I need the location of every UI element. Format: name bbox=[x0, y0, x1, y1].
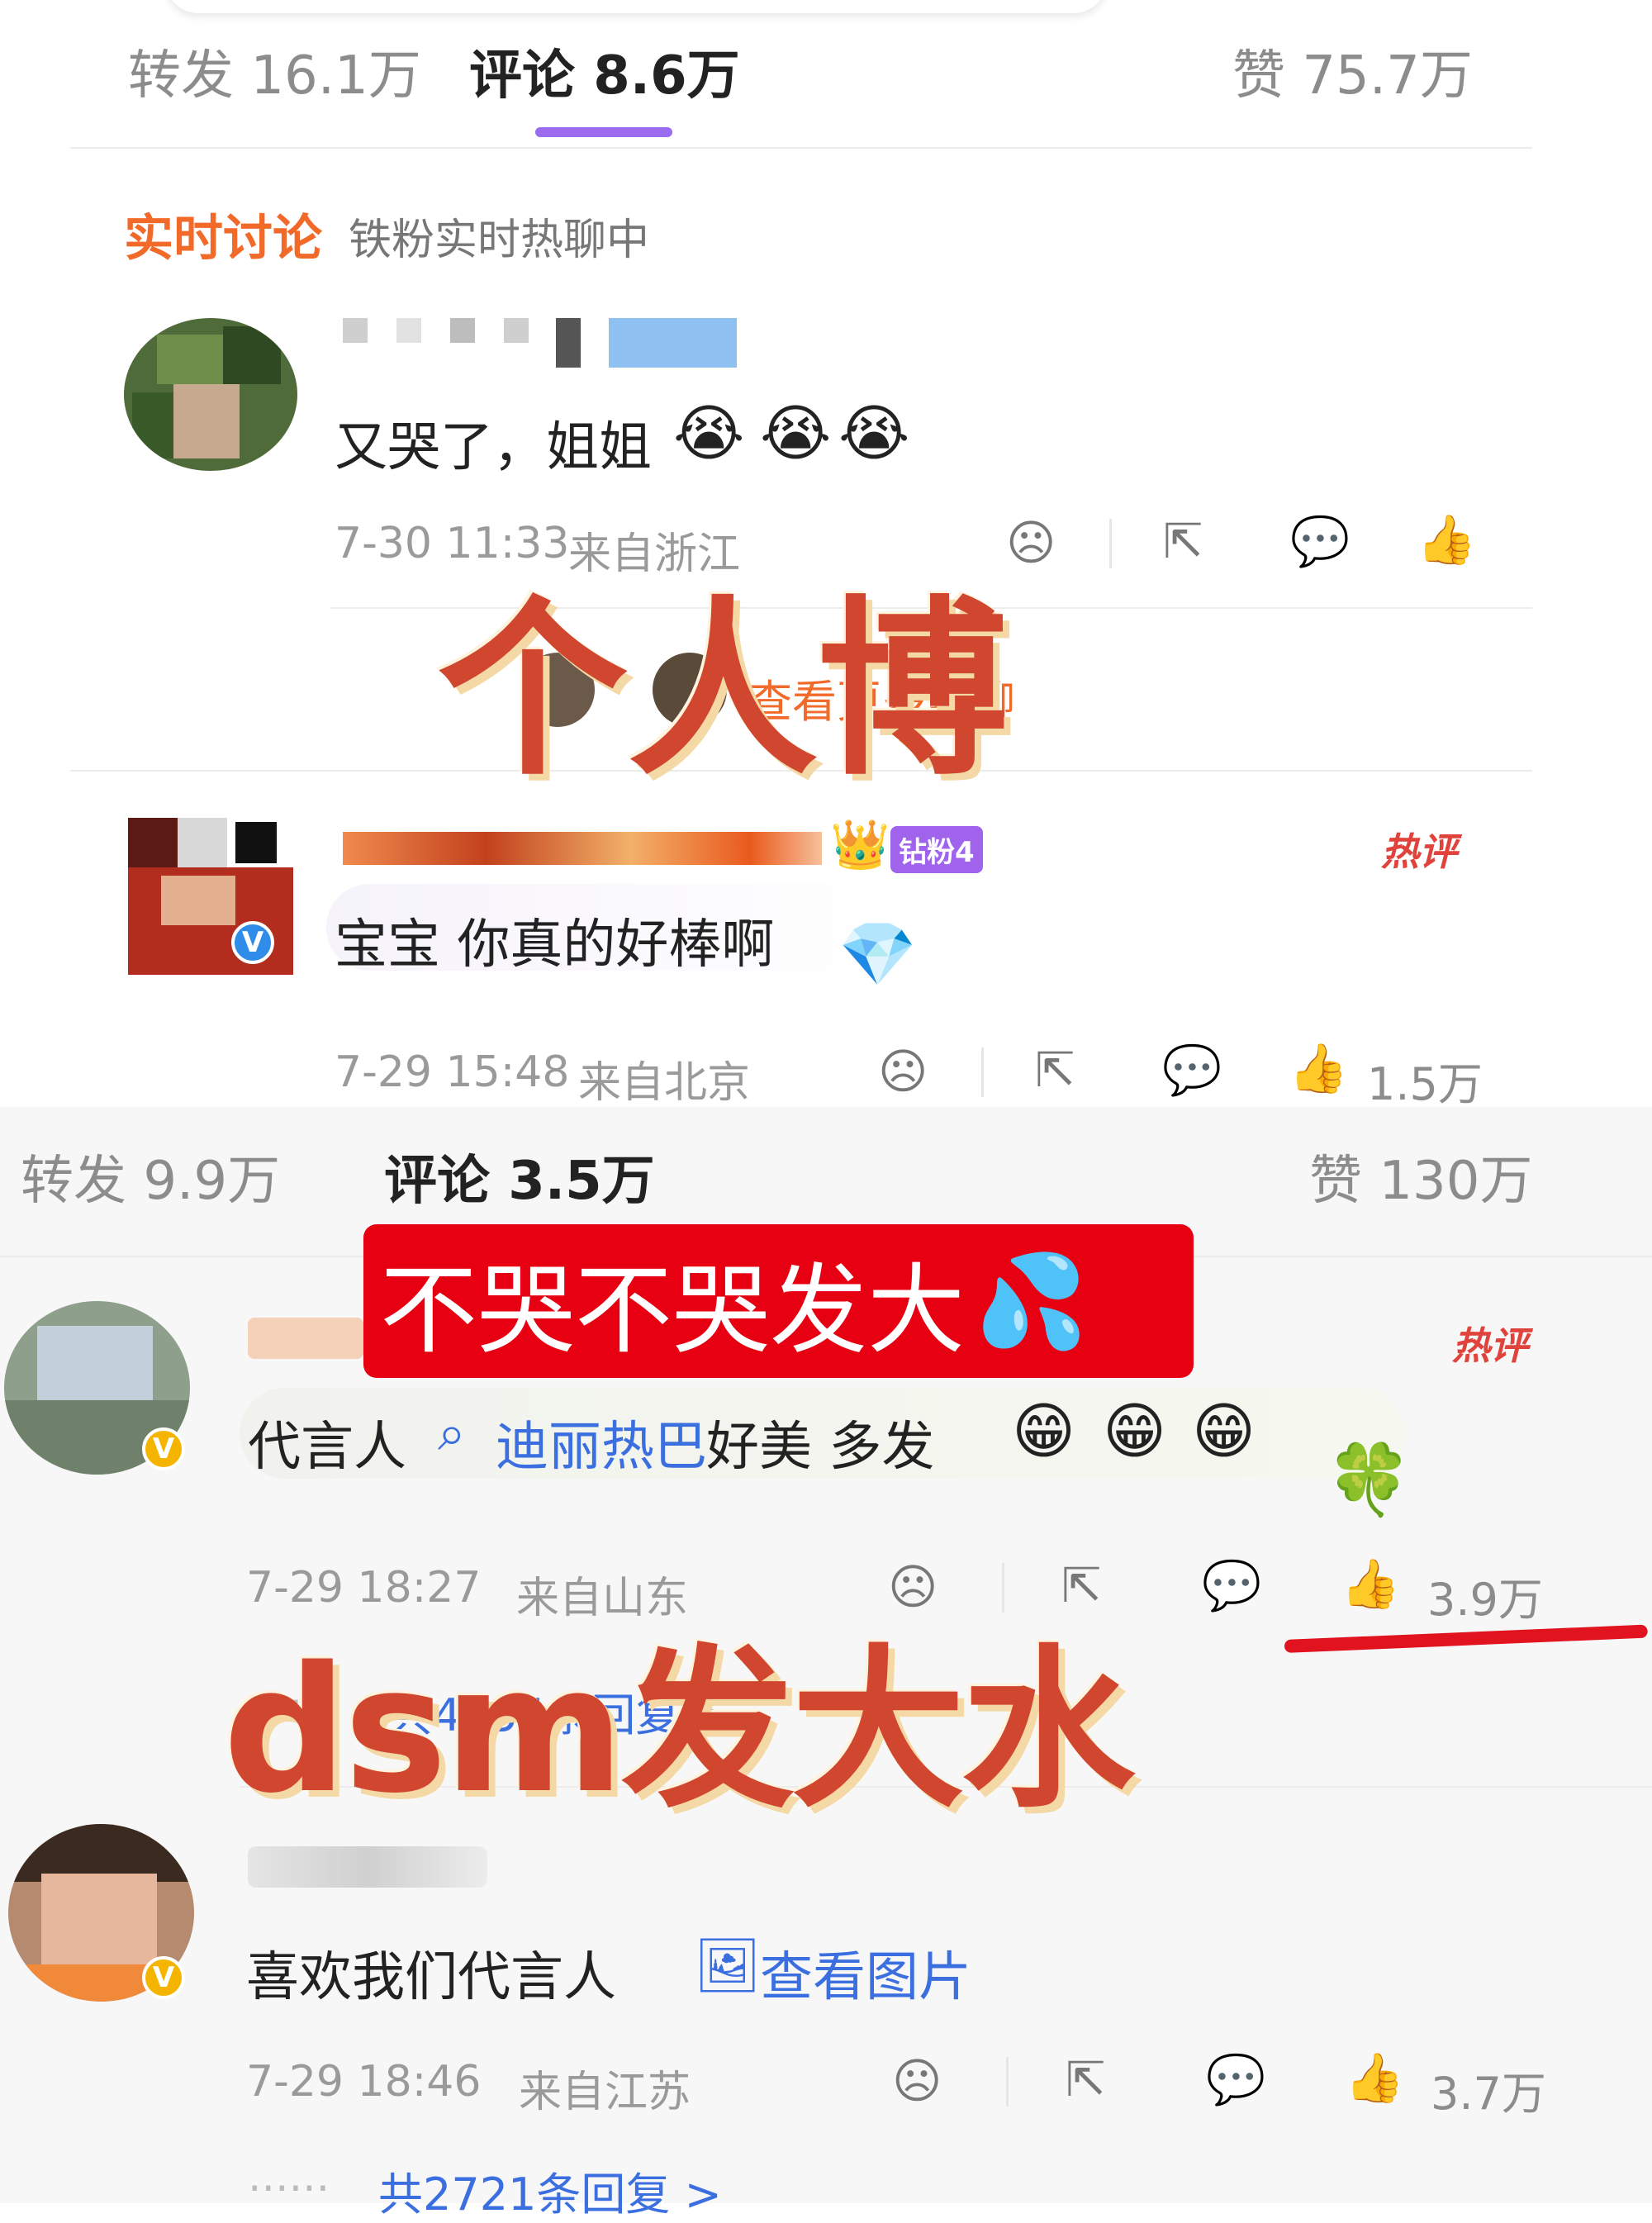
tab-repost[interactable]: 转发 9.9万 bbox=[21, 1138, 280, 1214]
comment-text-prefix: 代言人 bbox=[248, 1417, 406, 1478]
tab-comments[interactable]: 评论 3.5万 bbox=[384, 1138, 655, 1214]
verified-badge: V bbox=[142, 1427, 185, 1470]
crown-badge-icon: 👑 bbox=[830, 816, 890, 872]
tab-likes[interactable]: 赞 75.7万 bbox=[1232, 33, 1473, 109]
tab-comments[interactable]: 评论 8.6万 bbox=[469, 33, 740, 109]
comment-icon[interactable]: 💬 bbox=[1162, 1046, 1222, 1094]
share-icon[interactable]: ⇱ bbox=[1163, 517, 1203, 565]
thumbs-up-icon[interactable]: 👍 bbox=[1345, 2054, 1404, 2102]
comment-time: 7-29 18:46 bbox=[246, 2057, 482, 2107]
fan-level-badge: 钻粉4 bbox=[890, 826, 983, 873]
username-blurred[interactable] bbox=[343, 822, 822, 868]
comment-text: 宝宝 你真的好棒啊 bbox=[335, 914, 775, 976]
comment-text: 好美 多发 bbox=[706, 1417, 935, 1478]
comment-icon[interactable]: 💬 bbox=[1202, 1561, 1261, 1609]
comment-location: 来自北京 bbox=[578, 1058, 751, 1108]
divider bbox=[1006, 2057, 1009, 2107]
sad-face-icon[interactable]: ☹ bbox=[1006, 519, 1056, 567]
divider bbox=[70, 147, 1532, 149]
divider bbox=[1002, 1563, 1004, 1613]
username-blurred[interactable] bbox=[248, 1846, 487, 1888]
username-blurred[interactable] bbox=[248, 1318, 363, 1359]
overlay-caption-bottom: dsm发大水 bbox=[223, 1629, 1135, 1831]
search-icon[interactable]: ⌕ bbox=[438, 1404, 466, 1462]
comment-location: 来自山东 bbox=[516, 1574, 689, 1623]
caption-banner: 不哭不哭发大 💦 bbox=[363, 1224, 1194, 1378]
crying-emoji: 😭 bbox=[760, 398, 832, 469]
banner-text: 不哭不哭发大 bbox=[380, 1252, 966, 1367]
grin-emoji: 😁 bbox=[1192, 1396, 1256, 1467]
avatar[interactable] bbox=[124, 318, 297, 471]
verified-badge: V bbox=[231, 921, 274, 964]
like-count: 1.5万 bbox=[1367, 1058, 1483, 1110]
thumbs-up-icon[interactable]: 👍 bbox=[1417, 515, 1476, 563]
sad-face-icon[interactable]: ☹ bbox=[878, 1047, 928, 1095]
view-replies-link[interactable]: 共2721条回复 > bbox=[378, 2158, 722, 2223]
tab-likes[interactable]: 赞 130万 bbox=[1309, 1138, 1533, 1214]
diamond-icon: 💎 bbox=[838, 917, 917, 990]
topic-link[interactable]: 迪丽热巴 bbox=[496, 1404, 707, 1480]
comment-location: 来自江苏 bbox=[519, 2068, 691, 2117]
overlay-caption-top: 个人博 bbox=[438, 581, 1009, 801]
reply-dots: ······ bbox=[248, 2164, 330, 2214]
like-count: 3.7万 bbox=[1431, 2068, 1546, 2120]
sad-face-icon[interactable]: ☹ bbox=[892, 2057, 942, 2105]
verified-badge: V bbox=[142, 1956, 185, 1999]
clover-sticker-icon: 🍀 bbox=[1326, 1439, 1412, 1520]
image-icon[interactable]: 🖼 bbox=[694, 1935, 761, 1997]
comment-text: 喜欢我们代言人 bbox=[246, 1947, 616, 2008]
divider bbox=[981, 1047, 984, 1097]
hot-comment-label: 热评 bbox=[1381, 829, 1457, 874]
avatar[interactable]: V bbox=[128, 818, 293, 979]
grin-emoji: 😁 bbox=[1012, 1396, 1076, 1467]
crying-emoji: 😭 bbox=[673, 398, 745, 469]
post-card-bottom-edge bbox=[165, 0, 1107, 13]
crying-emoji: 😭 bbox=[838, 398, 910, 469]
comment-time: 7-29 18:27 bbox=[246, 1563, 482, 1613]
grin-emoji: 😁 bbox=[1103, 1396, 1167, 1467]
sweat-drops-icon: 💦 bbox=[975, 1247, 1088, 1354]
view-image-link[interactable]: 查看图片 bbox=[760, 1935, 971, 2011]
divider bbox=[1109, 519, 1112, 568]
comment-icon[interactable]: 💬 bbox=[1206, 2055, 1265, 2103]
tab-repost[interactable]: 转发 16.1万 bbox=[128, 33, 421, 109]
comment-time: 7-29 15:48 bbox=[335, 1047, 570, 1097]
share-icon[interactable]: ⇱ bbox=[1066, 2055, 1106, 2103]
realtime-subtitle: 铁粉实时热聊中 bbox=[349, 216, 650, 265]
share-icon[interactable]: ⇱ bbox=[1035, 1046, 1075, 1094]
active-tab-indicator bbox=[535, 127, 672, 137]
thumbs-up-icon[interactable]: 👍 bbox=[1341, 1560, 1400, 1608]
comment-icon[interactable]: 💬 bbox=[1290, 517, 1350, 565]
comment-time: 7-30 11:33 bbox=[335, 519, 570, 568]
comment-location: 来自浙江 bbox=[568, 530, 741, 579]
sad-face-icon[interactable]: ☹ bbox=[888, 1563, 938, 1611]
comment-text: 又哭了，姐姐 bbox=[335, 417, 652, 478]
thumbs-up-icon[interactable]: 👍 bbox=[1289, 1044, 1348, 1092]
realtime-title: 实时讨论 bbox=[124, 210, 322, 268]
username-blurred[interactable] bbox=[343, 318, 739, 371]
share-icon[interactable]: ⇱ bbox=[1061, 1561, 1102, 1609]
like-count: 3.9万 bbox=[1427, 1574, 1543, 1626]
hot-comment-label: 热评 bbox=[1452, 1323, 1528, 1368]
